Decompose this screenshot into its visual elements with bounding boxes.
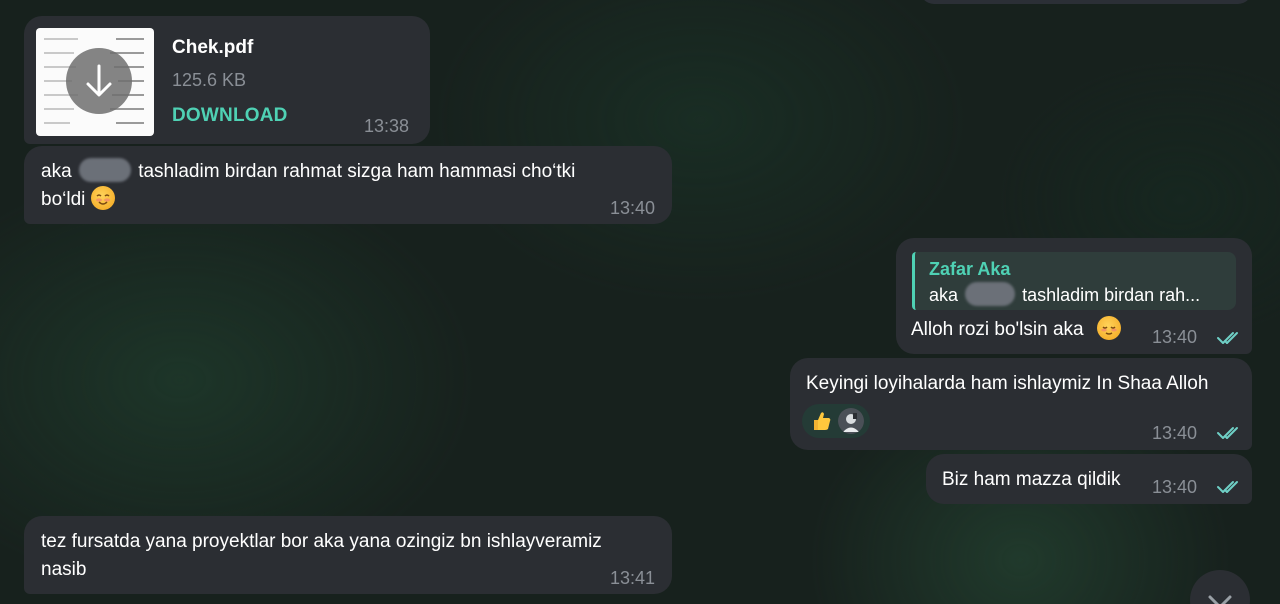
pdf-thumbnail[interactable] [36,28,154,136]
download-link[interactable]: DOWNLOAD [172,102,288,130]
message-time: 13:40 [1152,327,1198,347]
reply-text-after: tashladim birdan rah... [1022,285,1201,305]
message-text-line2: bo‘ldi [41,189,86,210]
reactions-bar[interactable] [802,404,870,438]
message-text: Alloh rozi bo'lsin aka [911,316,1121,344]
double-check-icon [1217,427,1238,439]
scroll-to-bottom-button[interactable] [1190,570,1250,604]
reply-sender-name: Zafar Aka [929,259,1011,279]
message-text: Keyingi loyihalarda ham ishlaymiz In Sha… [806,373,1209,394]
chat-area: Chek.pdf 125.6 KB DOWNLOAD 13:38 aka tas… [0,0,1280,604]
redacted-name [78,158,131,182]
message-text-main: Alloh rozi bo'lsin aka [911,319,1084,340]
message-time: 13:40 [610,198,656,218]
reactor-avatar[interactable] [838,408,864,434]
message-time: 13:41 [610,568,656,588]
message-text-line1: tez fursatda yana proyektlar bor aka yan… [41,531,602,552]
double-check-icon [1217,481,1238,493]
reply-text-before: aka [929,285,959,305]
reply-quote-text: aka tashladim birdan rah... [929,282,1200,307]
file-message-bubble[interactable]: Chek.pdf 125.6 KB DOWNLOAD 13:38 [24,16,430,144]
incoming-message-bubble[interactable]: aka tashladim birdan rahmat sizga ham ha… [24,146,672,224]
message-time: 13:38 [364,116,410,136]
double-check-icon [1217,332,1238,344]
message-text: Biz ham mazza qildik [942,469,1121,490]
chevron-down-icon [1208,595,1232,604]
redacted-name [965,282,1016,306]
message-text: tez fursatda yana proyektlar bor aka yan… [41,528,661,584]
smiling-face-emoji [90,186,115,210]
message-text-before: aka [41,161,72,182]
outgoing-message-bubble[interactable]: Keyingi loyihalarda ham ishlaymiz In Sha… [790,358,1252,450]
file-name: Chek.pdf [172,37,254,58]
download-arrow-icon [86,64,112,97]
relieved-face-emoji [1096,316,1121,340]
download-circle-button[interactable] [66,48,132,114]
previous-message-bubble-edge [920,0,1252,4]
outgoing-reply-bubble[interactable]: Zafar Aka aka tashladim birdan rah... Al… [896,238,1252,354]
incoming-message-bubble[interactable]: tez fursatda yana proyektlar bor aka yan… [24,516,672,594]
message-time: 13:40 [1152,423,1198,443]
message-text: aka tashladim birdan rahmat sizga ham ha… [41,158,641,214]
outgoing-message-bubble[interactable]: Biz ham mazza qildik 13:40 [926,454,1252,504]
file-size: 125.6 KB [172,70,247,90]
message-text-line2: nasib [41,559,87,580]
thumbs-up-emoji[interactable] [808,408,834,434]
message-time: 13:40 [1152,477,1198,497]
message-text-after: tashladim birdan rahmat sizga ham hammas… [138,161,576,182]
reply-quote[interactable]: Zafar Aka aka tashladim birdan rah... [912,252,1236,310]
